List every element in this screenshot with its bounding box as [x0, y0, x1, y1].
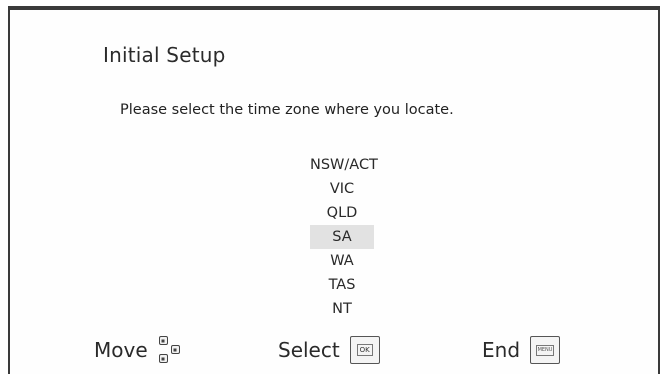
instruction-text: Please select the time zone where you lo… [120, 102, 454, 118]
end-hint: End MENU [482, 330, 561, 370]
menu-key-label: MENU [536, 344, 555, 356]
end-hint-label: End [482, 338, 521, 362]
time-zone-option-sa[interactable]: SA [310, 225, 374, 249]
menu-key-icon: MENU [530, 336, 561, 364]
time-zone-option-tas[interactable]: TAS [310, 273, 374, 297]
key-hint-bar: Move Select OK End MENU [0, 330, 666, 370]
time-zone-option-nsw-act[interactable]: NSW/ACT [310, 153, 378, 177]
time-zone-option-vic[interactable]: VIC [310, 177, 374, 201]
page-title: Initial Setup [103, 43, 226, 67]
time-zone-option-wa[interactable]: WA [310, 249, 374, 273]
time-zone-option-qld[interactable]: QLD [310, 201, 374, 225]
select-hint: Select OK [278, 330, 380, 370]
dpad-arrows-icon [158, 334, 190, 366]
arrow-up-key-icon [158, 336, 168, 345]
ok-key-label: OK [356, 344, 373, 356]
move-hint-label: Move [94, 338, 148, 362]
select-hint-label: Select [278, 338, 340, 362]
arrow-down-key-icon [158, 354, 168, 363]
time-zone-list: NSW/ACT VIC QLD SA WA TAS NT [0, 153, 666, 321]
ok-key-icon: OK [349, 336, 380, 364]
arrow-right-key-icon [170, 345, 180, 354]
move-hint: Move [94, 330, 190, 370]
time-zone-option-nt[interactable]: NT [310, 297, 374, 321]
